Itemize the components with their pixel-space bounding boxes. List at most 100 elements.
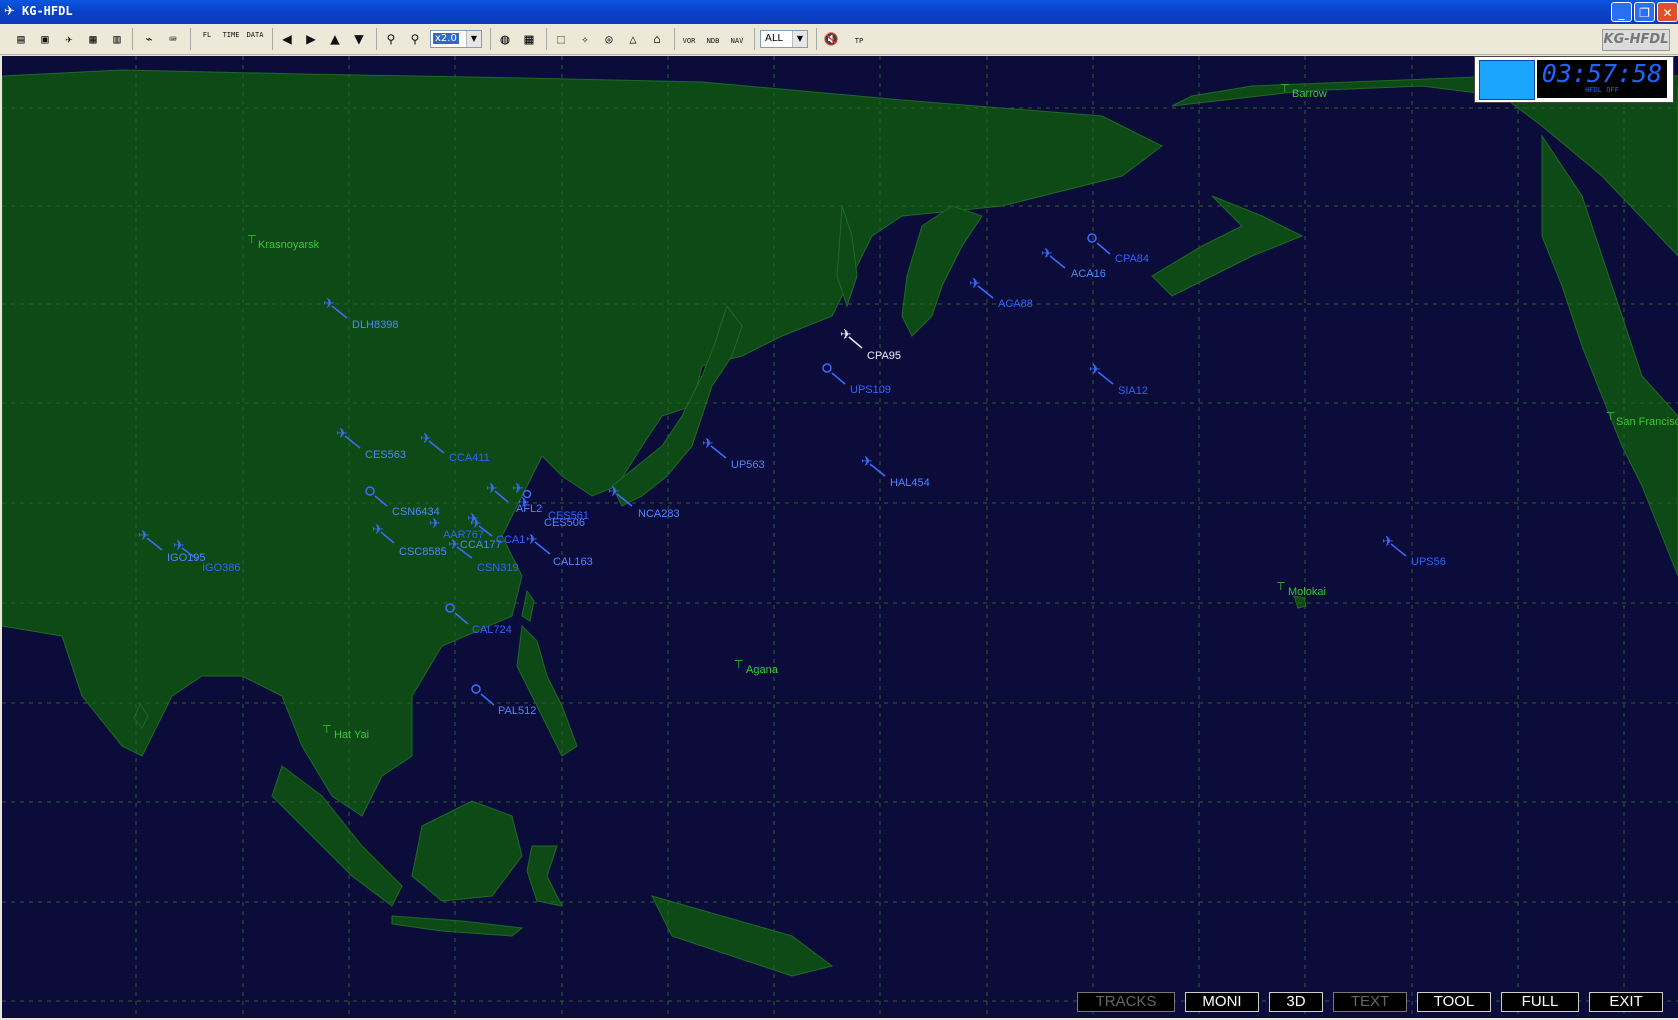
brand-logo: KG-HFDL xyxy=(1602,29,1670,51)
flight-label: DLH8398 xyxy=(352,319,398,331)
aircraft-icon: ✈ xyxy=(840,327,852,343)
clock-caption: HFDL OFF xyxy=(1585,86,1619,94)
place-label: Krasnoyarsk xyxy=(258,239,320,251)
separator xyxy=(376,28,377,50)
save-icon[interactable]: ▣ xyxy=(36,29,54,49)
globe-icon[interactable]: ◍ xyxy=(496,29,514,49)
target-icon[interactable]: ◎ xyxy=(600,29,618,49)
aircraft-icon: ✈ xyxy=(138,528,150,544)
flight-label: UPS56 xyxy=(1411,556,1446,568)
minimize-button[interactable]: _ xyxy=(1611,2,1632,22)
time-button[interactable]: TIME xyxy=(222,31,240,51)
waypoint-icon[interactable]: ✧ xyxy=(576,29,594,49)
aircraft-icon: ✈ xyxy=(608,484,620,500)
flight-label: SIA12 xyxy=(1118,385,1148,397)
pan-left-icon[interactable]: ◀ xyxy=(278,29,296,49)
aircraft-icon: ✈ xyxy=(173,538,185,554)
title-bar: ✈ KG-HFDL _ ❐ ✕ xyxy=(0,0,1678,24)
aircraft-icon: ✈ xyxy=(470,516,482,532)
separator xyxy=(754,28,755,50)
select-area-icon[interactable]: ⬚ xyxy=(552,29,570,49)
flight-label: CES563 xyxy=(365,449,406,461)
tp-button[interactable]: TP xyxy=(850,37,868,57)
3d-button[interactable]: 3D xyxy=(1269,992,1323,1012)
vor-button[interactable]: VOR xyxy=(680,37,698,57)
document-icon[interactable]: ▦ xyxy=(84,29,102,49)
flight-label: ACA88 xyxy=(998,298,1033,310)
table-icon[interactable]: ▤ xyxy=(12,29,30,49)
zoom-select[interactable]: x2.0 ▼ xyxy=(430,30,482,48)
pan-right-icon[interactable]: ▶ xyxy=(302,29,320,49)
place-label: Barrow xyxy=(1292,88,1327,100)
airport-icon[interactable]: ⌂ xyxy=(648,29,666,49)
place-pin-icon: ⊤ xyxy=(1276,581,1286,593)
exit-button[interactable]: EXIT xyxy=(1589,992,1663,1012)
aircraft-icon: ✈ xyxy=(1041,246,1053,262)
place-label: Hat Yai xyxy=(334,729,369,741)
aircraft-icon: ✈ xyxy=(969,276,981,292)
place-label: Molokai xyxy=(1288,586,1326,598)
radar-preview[interactable] xyxy=(1479,60,1535,100)
zoom-in-icon[interactable]: ⚲ xyxy=(382,29,400,49)
grid-icon[interactable]: ▦ xyxy=(520,29,538,49)
airplane-icon[interactable]: ✈ xyxy=(60,29,78,49)
separator xyxy=(132,28,133,50)
filter-select[interactable]: ALL ▼ xyxy=(760,30,808,48)
flight-label: CAL724 xyxy=(472,624,512,636)
aircraft-icon: ✈ xyxy=(486,481,498,497)
place-pin-icon: ⊤ xyxy=(1606,411,1616,423)
nav-button[interactable]: NAV xyxy=(728,37,746,57)
text-button[interactable]: TEXT xyxy=(1333,992,1407,1012)
full-button[interactable]: FULL xyxy=(1501,992,1579,1012)
place-pin-icon: ⊤ xyxy=(322,724,332,736)
tracks-button[interactable]: TRACKS xyxy=(1077,992,1175,1012)
flight-label: CSN319 xyxy=(477,562,519,574)
separator xyxy=(816,28,817,50)
flight-label: CCA411 xyxy=(449,452,490,464)
filter-value: ALL xyxy=(765,33,783,44)
place-pin-icon: ⊤ xyxy=(247,234,257,246)
flight-label: UP563 xyxy=(731,459,765,471)
aircraft-icon: ✈ xyxy=(336,426,348,442)
separator xyxy=(490,28,491,50)
aircraft-icon: ✈ xyxy=(323,296,335,312)
aircraft-icon: ✈ xyxy=(372,522,384,538)
triangle-icon[interactable]: △ xyxy=(624,29,642,49)
separator xyxy=(272,28,273,50)
toolbar: ▤ ▣ ✈ ▦ ▥ ⌁ ⌨ FL TIME DATA ◀ ▶ ▲ ▼ ⚲ ⚲ x… xyxy=(0,24,1678,55)
fl-button[interactable]: FL xyxy=(198,31,216,51)
moni-button[interactable]: MONI xyxy=(1185,992,1259,1012)
ndb-button[interactable]: NDB xyxy=(704,37,722,57)
route-icon[interactable]: ⌁ xyxy=(140,29,158,49)
place-label: San Francisco xyxy=(1616,416,1678,428)
chevron-down-icon: ▼ xyxy=(466,31,481,47)
print-icon[interactable]: ▥ xyxy=(108,29,126,49)
tool-button[interactable]: TOOL xyxy=(1417,992,1491,1012)
zoom-out-icon[interactable]: ⚲ xyxy=(406,29,424,49)
aircraft-icon: ✈ xyxy=(1089,362,1101,378)
flight-label: ACA16 xyxy=(1071,268,1106,280)
flight-label: NCA283 xyxy=(638,508,680,520)
flight-label: CCA1 xyxy=(496,534,525,546)
flight-label: PAL512 xyxy=(498,705,536,717)
mute-icon[interactable]: 🔇 xyxy=(822,29,840,49)
aircraft-icon: ✈ xyxy=(702,436,714,452)
aircraft-icon: ✈ xyxy=(420,431,432,447)
chevron-down-icon: ▼ xyxy=(792,31,807,47)
window-title: KG-HFDL xyxy=(22,4,73,18)
zoom-value: x2.0 xyxy=(433,33,459,44)
clock-panel: 03:57:58 HFDL OFF xyxy=(1474,56,1674,103)
data-button[interactable]: DATA xyxy=(246,31,264,51)
map-canvas: ⊤ Krasnoyarsk ⊤ Barrow ⊤ San Francisco ⊤… xyxy=(2,56,1678,1018)
pan-up-icon[interactable]: ▲ xyxy=(326,29,344,49)
pan-down-icon[interactable]: ▼ xyxy=(350,29,368,49)
aircraft-icon: ✈ xyxy=(861,454,873,470)
restore-button[interactable]: ❐ xyxy=(1634,2,1655,22)
aircraft-icon: ✈ xyxy=(526,532,538,548)
place-pin-icon: ⊤ xyxy=(734,659,744,671)
place-label: Agana xyxy=(746,664,779,676)
close-button[interactable]: ✕ xyxy=(1657,2,1678,22)
app-plane-icon: ✈ xyxy=(4,4,15,19)
map-view[interactable]: ⊤ Krasnoyarsk ⊤ Barrow ⊤ San Francisco ⊤… xyxy=(2,56,1678,1018)
keyboard-icon[interactable]: ⌨ xyxy=(164,29,182,49)
